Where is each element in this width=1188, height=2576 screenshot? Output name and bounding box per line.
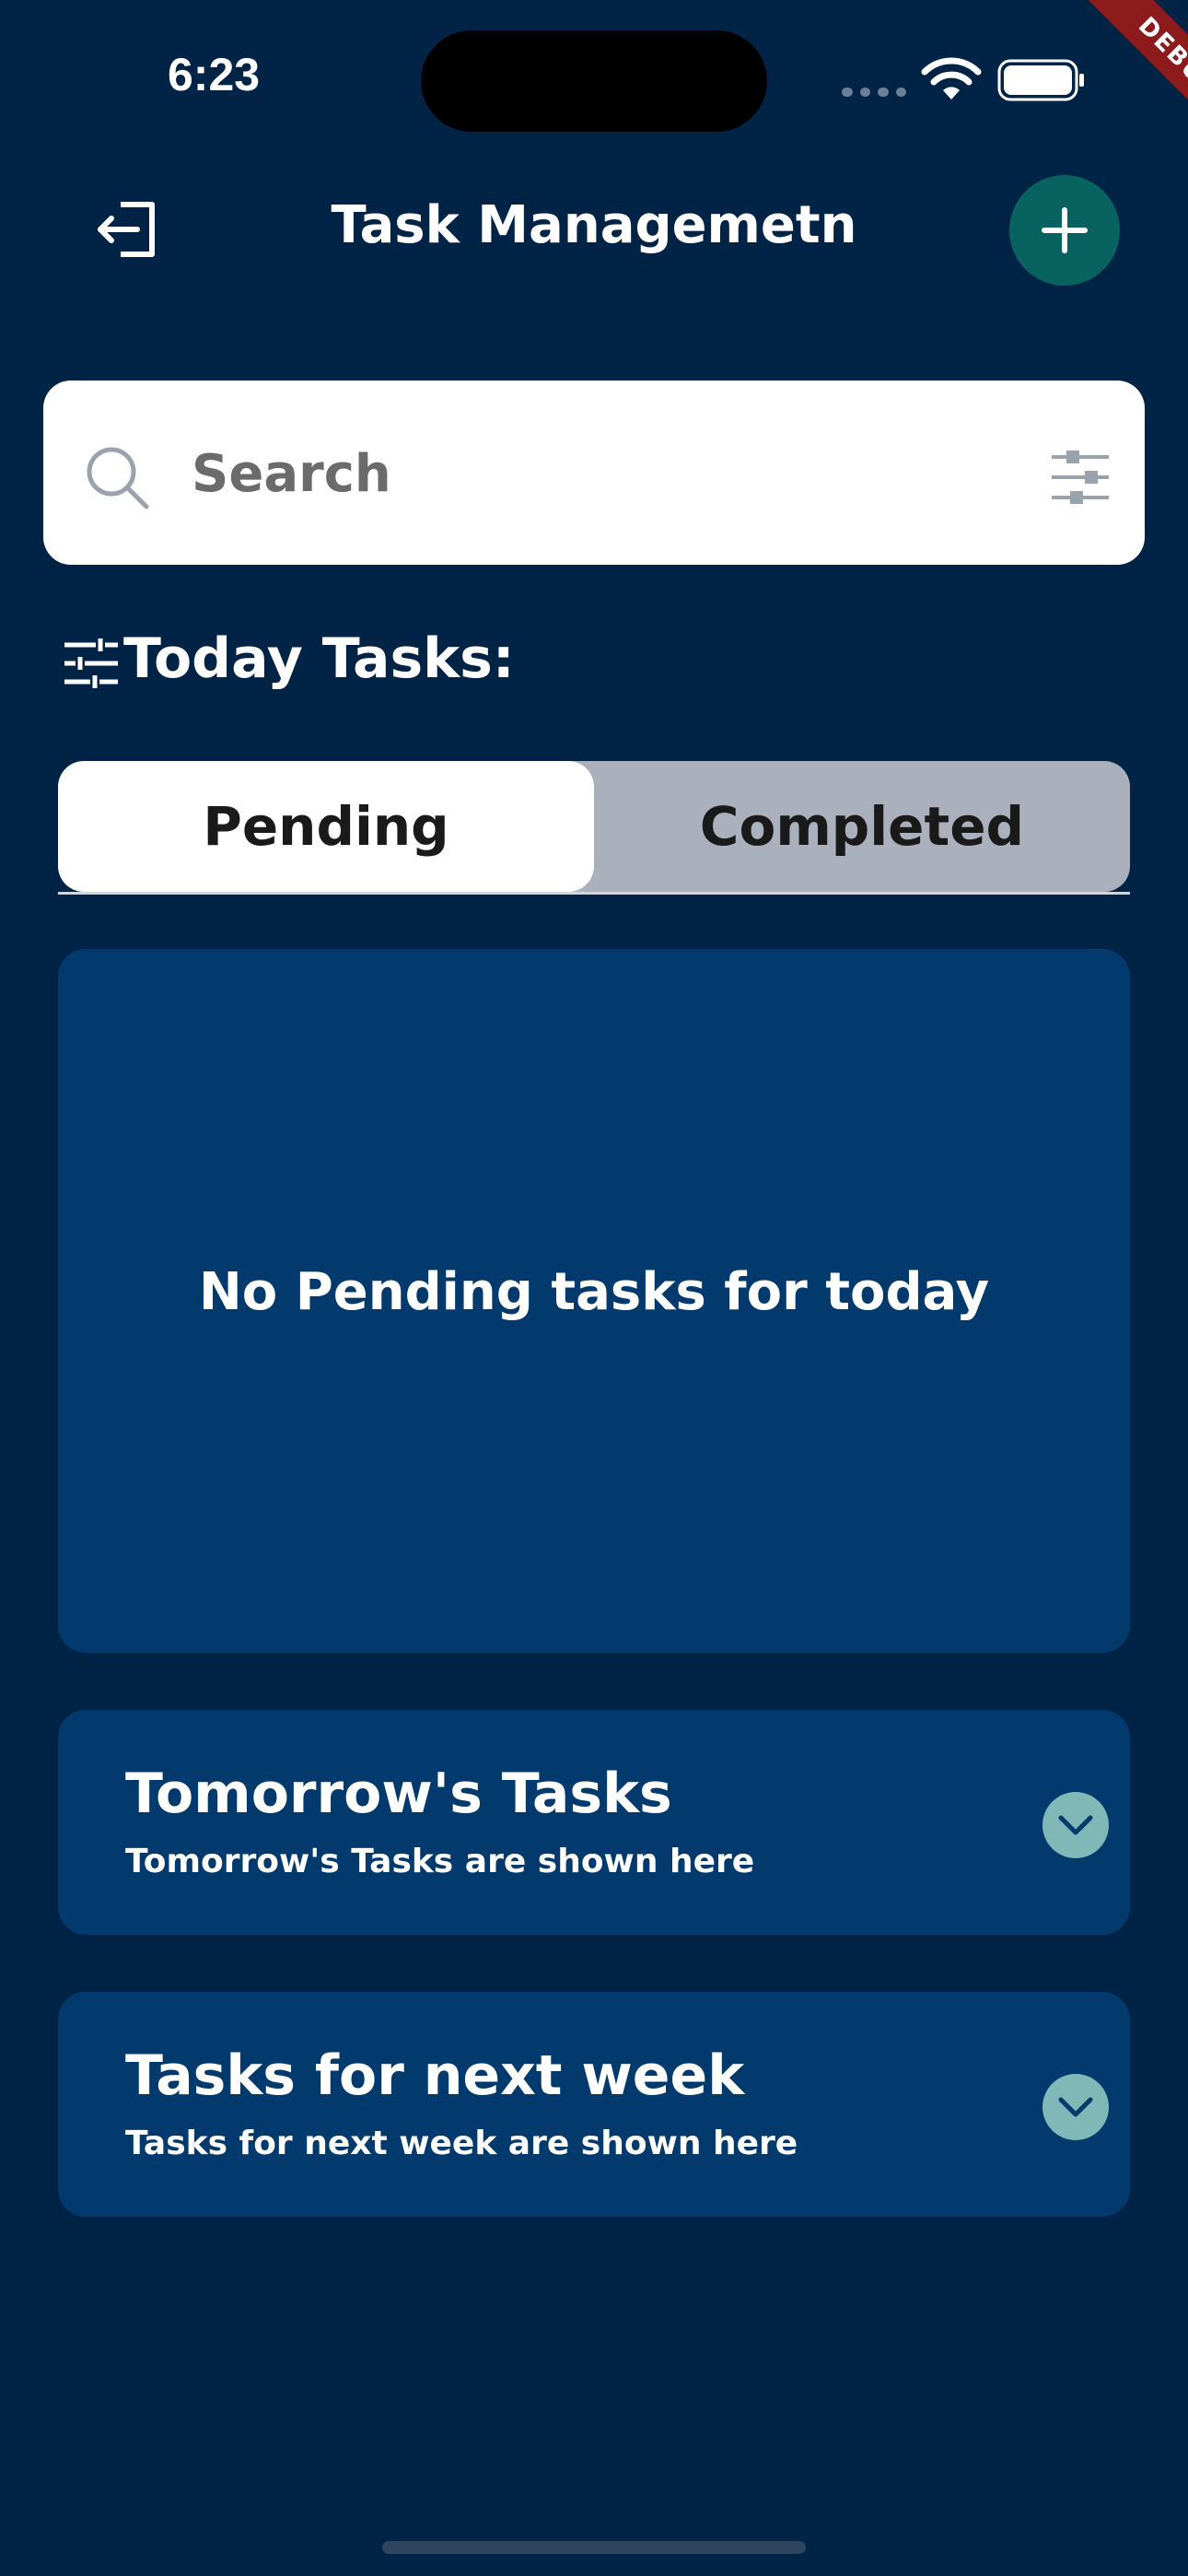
expand-tomorrow-button[interactable]	[1042, 1792, 1109, 1858]
cellular-signal-icon	[842, 88, 906, 97]
search-input[interactable]	[190, 429, 995, 518]
filter-icon[interactable]	[1050, 450, 1111, 505]
chevron-down-icon	[1058, 1815, 1093, 1835]
expand-next-week-button[interactable]	[1042, 2074, 1109, 2140]
wifi-icon	[921, 57, 982, 100]
tab-pending[interactable]: Pending	[58, 761, 594, 892]
tab-completed[interactable]: Completed	[594, 761, 1130, 892]
debug-banner-label: DEBUG	[1071, 0, 1188, 147]
today-tasks-title: Today Tasks:	[123, 626, 515, 691]
plus-icon	[1042, 207, 1088, 253]
dynamic-island	[421, 30, 767, 132]
tomorrow-tasks-subtitle: Tomorrow's Tasks are shown here	[125, 1843, 755, 1880]
tune-icon	[64, 638, 118, 688]
search-icon	[87, 447, 149, 509]
chevron-down-icon	[1058, 2097, 1093, 2117]
next-week-tasks-title: Tasks for next week	[125, 2043, 745, 2108]
empty-state-message: No Pending tasks for today	[198, 1262, 990, 1322]
tomorrow-tasks-title: Tomorrow's Tasks	[125, 1762, 672, 1826]
task-status-tabs: Pending Completed	[58, 761, 1130, 892]
next-week-tasks-subtitle: Tasks for next week are shown here	[125, 2125, 798, 2162]
status-time: 6:23	[168, 49, 261, 100]
add-task-button[interactable]	[1009, 175, 1120, 286]
tabs-divider	[58, 892, 1130, 895]
home-indicator	[382, 2541, 806, 2554]
debug-banner: DEBUG	[1041, 0, 1188, 147]
